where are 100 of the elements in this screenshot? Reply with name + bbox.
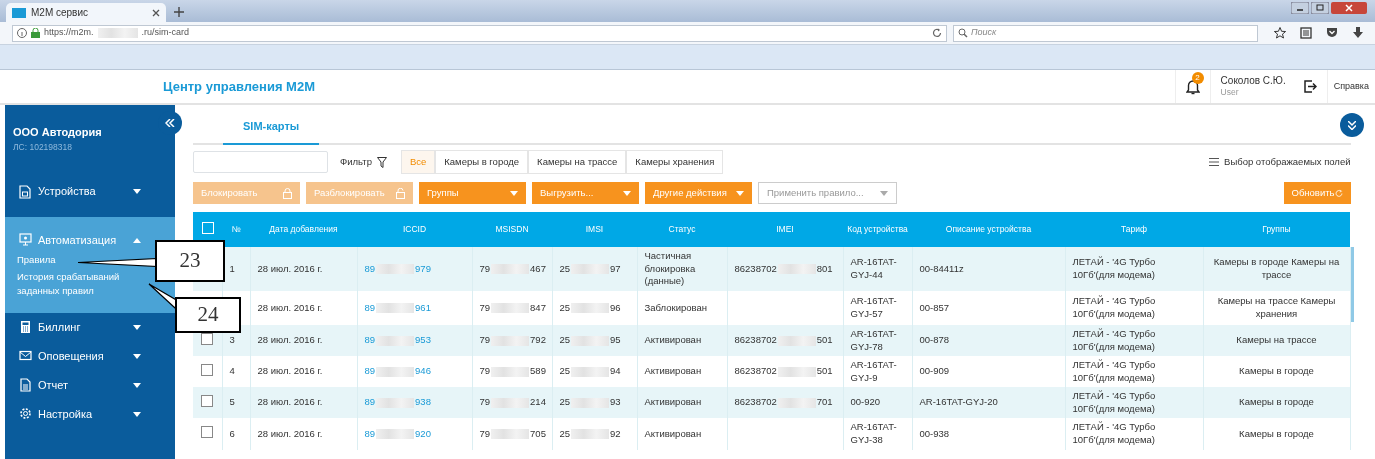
table-cell: 86238702 501 bbox=[734, 365, 833, 377]
sidebar-item[interactable]: Оповещения bbox=[5, 341, 155, 371]
table-cell: 00-84411z bbox=[919, 262, 964, 274]
column-header[interactable]: MSISDN bbox=[472, 212, 552, 247]
help-link[interactable]: Справка bbox=[1326, 70, 1375, 103]
row-checkbox[interactable] bbox=[201, 363, 214, 376]
table-cell-text: Камеры в городе bbox=[1238, 365, 1315, 378]
info-icon bbox=[17, 28, 27, 38]
field-selector-link[interactable]: Выбор отображаемых полей bbox=[1209, 154, 1351, 170]
clipboard-icon[interactable] bbox=[1300, 27, 1312, 39]
filter-button[interactable]: Фильтр bbox=[340, 154, 387, 170]
callout-label: 24 bbox=[175, 297, 241, 333]
table-cell-text: Камеры в городе Камеры на трассе bbox=[1212, 256, 1341, 282]
action-button[interactable]: Другие действия bbox=[645, 182, 752, 204]
minimize-icon[interactable] bbox=[1291, 2, 1309, 14]
column-header[interactable]: Код устройства bbox=[843, 212, 912, 247]
menu-icon bbox=[1209, 158, 1220, 166]
table-cell: 86238702 701 bbox=[734, 396, 833, 408]
search-field[interactable] bbox=[193, 151, 328, 173]
caret-down-icon bbox=[133, 411, 141, 417]
pocket-icon[interactable] bbox=[1326, 27, 1338, 39]
address-bar[interactable]: https://m2m. .ru/sim-card bbox=[12, 24, 947, 42]
table-cell: AR-16TAT-GYJ-44 bbox=[850, 256, 897, 280]
table-cell: 00-909 bbox=[919, 365, 950, 377]
close-icon[interactable] bbox=[1331, 2, 1367, 14]
table-cell: ЛЕТАЙ - '4G Турбо 10Гб'(для модема) bbox=[1072, 327, 1156, 352]
sidebar-item[interactable]: Биллинг bbox=[5, 312, 155, 342]
column-header[interactable]: Статус bbox=[637, 212, 727, 247]
sim-card-icon bbox=[19, 184, 32, 199]
filter-tab[interactable]: Все bbox=[400, 149, 436, 175]
url-text: https://m2m. bbox=[44, 26, 94, 40]
table-cell-text: Камеры на трассе Камеры хранения bbox=[1216, 295, 1337, 321]
new-tab-icon[interactable] bbox=[174, 7, 184, 17]
row-checkbox[interactable] bbox=[201, 394, 214, 407]
user-role: User bbox=[1220, 87, 1240, 98]
account-number: ЛС: 102198318 bbox=[13, 140, 73, 154]
lock-icon bbox=[31, 28, 40, 38]
column-header[interactable]: Описание устройства bbox=[912, 212, 1065, 247]
table-cell: Активирован bbox=[644, 396, 702, 408]
table-cell: ЛЕТАЙ - '4G Турбо 10Гб'(для модема) bbox=[1072, 256, 1156, 280]
double-chevron-icon bbox=[1347, 120, 1356, 130]
column-header[interactable]: Группы bbox=[1203, 212, 1350, 247]
logout-icon[interactable] bbox=[1303, 80, 1317, 93]
table-cell: 00-920 bbox=[850, 396, 881, 408]
column-header[interactable]: Дата добавления bbox=[250, 212, 357, 247]
sidebar-subitem[interactable]: История срабатываний заданных правил bbox=[17, 268, 145, 299]
filter-tab[interactable]: Камеры в городе bbox=[435, 149, 529, 175]
scrollbar[interactable] bbox=[1350, 247, 1354, 322]
caret-down-icon bbox=[736, 190, 744, 196]
table-cell: 79 705 bbox=[479, 427, 546, 439]
expand-button[interactable] bbox=[1339, 113, 1364, 137]
table-cell: Активирован bbox=[644, 427, 702, 439]
sidebar-item[interactable]: Отчет bbox=[5, 370, 155, 400]
sidebar-item[interactable]: Автоматизация bbox=[5, 229, 155, 251]
sidebar-item[interactable]: Устройства bbox=[5, 177, 155, 206]
refresh-button[interactable]: Обновить bbox=[1283, 182, 1351, 204]
table-cell: 28 июл. 2016 г. bbox=[257, 396, 323, 408]
unlock-icon bbox=[396, 187, 405, 199]
favicon-icon bbox=[12, 7, 26, 18]
reload-icon[interactable] bbox=[932, 28, 942, 38]
filter-icon bbox=[376, 156, 387, 168]
column-header[interactable]: ICCID bbox=[357, 212, 472, 247]
column-header[interactable]: IMEI bbox=[727, 212, 843, 247]
user-name: Соколов С.Ю. bbox=[1220, 75, 1286, 88]
filter-tab[interactable]: Камеры хранения bbox=[626, 149, 724, 175]
caret-down-icon bbox=[510, 190, 518, 196]
bell-icon[interactable] bbox=[1185, 78, 1200, 95]
star-icon[interactable] bbox=[1274, 27, 1286, 39]
table-cell: 79 467 bbox=[479, 262, 546, 274]
tab[interactable]: SIM-карты bbox=[223, 117, 320, 145]
lock-icon bbox=[283, 187, 292, 199]
caret-up-icon bbox=[133, 237, 141, 243]
column-header[interactable]: № bbox=[222, 212, 250, 247]
table-cell: AR-16TAT-GYJ-9 bbox=[850, 358, 897, 383]
action-button[interactable]: Выгрузить... bbox=[532, 182, 639, 204]
restore-icon[interactable] bbox=[1311, 2, 1329, 14]
rule-select[interactable]: Применить правило... bbox=[758, 182, 897, 204]
table-cell: 28 июл. 2016 г. bbox=[257, 301, 323, 313]
column-header[interactable]: Тариф bbox=[1065, 212, 1203, 247]
settings-icon bbox=[19, 407, 32, 422]
table-cell: 25 96 bbox=[559, 301, 621, 313]
close-icon[interactable] bbox=[152, 8, 160, 17]
table-cell: 25 94 bbox=[559, 365, 621, 377]
select-all-checkbox[interactable] bbox=[201, 221, 214, 234]
browser-tab[interactable]: M2M сервис bbox=[6, 3, 166, 22]
table-cell-text: Камеры на трассе bbox=[1235, 334, 1318, 347]
sidebar-subitem[interactable]: Правила bbox=[17, 251, 56, 269]
download-icon[interactable] bbox=[1352, 27, 1364, 39]
filter-tab[interactable]: Камеры на трассе bbox=[528, 149, 627, 175]
document-icon bbox=[19, 378, 32, 393]
search-field[interactable]: Поиск bbox=[953, 24, 1258, 42]
sidebar-item[interactable]: Настройка bbox=[5, 399, 155, 429]
table-cell: ЛЕТАЙ - '4G Турбо 10Гб'(для модема) bbox=[1072, 389, 1156, 414]
table-cell: Частичная блокировка (данные) bbox=[644, 249, 696, 287]
column-header[interactable]: IMSI bbox=[552, 212, 637, 247]
action-button[interactable]: Группы bbox=[419, 182, 526, 204]
app-title: Центр управления M2M bbox=[163, 77, 315, 96]
row-checkbox[interactable] bbox=[201, 426, 214, 439]
search-icon bbox=[958, 28, 968, 38]
table-cell-text: Камеры в городе bbox=[1238, 427, 1315, 441]
